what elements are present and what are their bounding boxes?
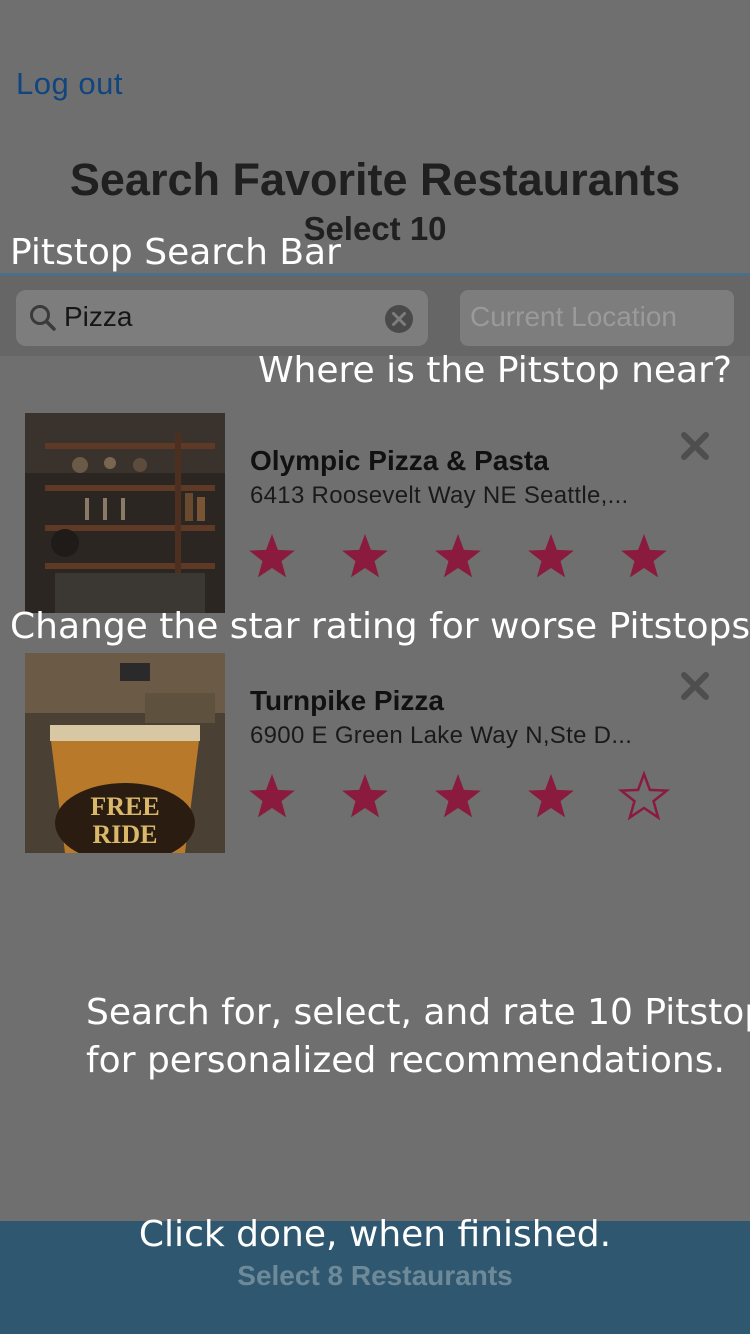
close-icon[interactable] [680, 431, 710, 461]
star-filled-icon[interactable] [525, 531, 577, 583]
restaurant-address: 6413 Roosevelt Way NE Seattle,... [250, 482, 629, 509]
search-query: Pizza [64, 301, 133, 332]
search-icon [30, 305, 56, 331]
star-filled-icon[interactable] [432, 531, 484, 583]
instructions-line-2: for personalized recommendations. [86, 1040, 725, 1081]
star-filled-icon[interactable] [618, 531, 670, 583]
svg-text:RIDE: RIDE [92, 820, 157, 849]
restaurant-card[interactable]: FREE RIDE Turnpike Pizza 6900 E Green La… [0, 653, 750, 853]
search-input[interactable]: Pizza [16, 290, 428, 346]
logout-link[interactable]: Log out [16, 66, 123, 102]
star-filled-icon[interactable] [339, 531, 391, 583]
svg-text:FREE: FREE [90, 792, 159, 821]
search-bar-hint: Pitstop Search Bar [10, 232, 341, 273]
restaurant-card[interactable]: Olympic Pizza & Pasta 6413 Roosevelt Way… [0, 413, 750, 613]
instructions-line-1: Search for, select, and rate 10 Pitstops [86, 992, 750, 1033]
star-filled-icon[interactable] [246, 771, 298, 823]
search-bar: Pizza Current Location [0, 273, 750, 356]
star-filled-icon[interactable] [525, 771, 577, 823]
done-button-label: Select 8 Restaurants [237, 1260, 513, 1291]
location-hint: Where is the Pitstop near? [257, 350, 732, 391]
restaurant-photo: FREE RIDE [25, 653, 225, 853]
clear-icon[interactable] [384, 304, 414, 334]
rating-hint: Change the star rating for worse Pitstop… [10, 606, 750, 647]
restaurant-photo [25, 413, 225, 613]
star-filled-icon[interactable] [339, 771, 391, 823]
star-filled-icon[interactable] [432, 771, 484, 823]
star-empty-icon[interactable] [618, 771, 670, 823]
location-placeholder: Current Location [470, 301, 678, 332]
close-icon[interactable] [680, 671, 710, 701]
star-rating[interactable] [246, 771, 686, 823]
star-rating[interactable] [246, 531, 686, 583]
location-input[interactable]: Current Location [460, 290, 734, 346]
star-filled-icon[interactable] [246, 531, 298, 583]
page-title: Search Favorite Restaurants [69, 154, 681, 205]
restaurant-name: Turnpike Pizza [250, 685, 444, 716]
restaurant-name: Olympic Pizza & Pasta [250, 445, 549, 476]
done-hint: Click done, when finished. [138, 1214, 612, 1255]
restaurant-address: 6900 E Green Lake Way N,Ste D... [250, 722, 633, 749]
